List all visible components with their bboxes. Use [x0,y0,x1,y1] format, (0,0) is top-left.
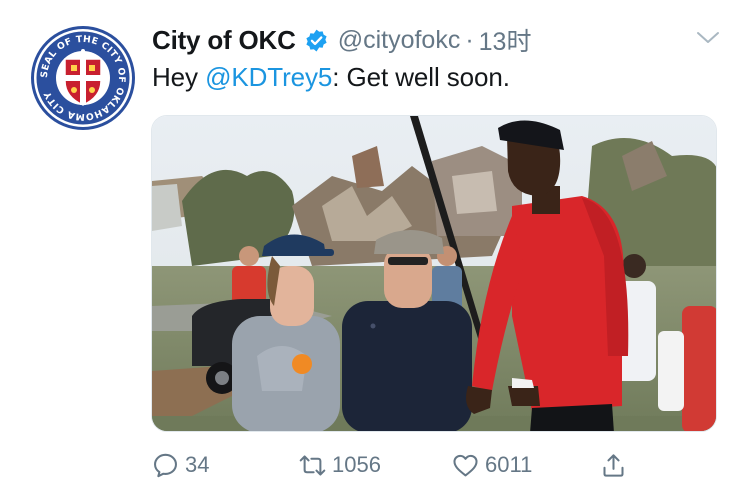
share-icon [603,453,624,477]
reply-icon [154,453,177,477]
retweet-button[interactable]: 1056 [299,448,381,482]
separator-dot: · [465,25,474,54]
mention-link[interactable]: @KDTrey5 [205,62,332,92]
share-button[interactable] [600,448,627,482]
tweet-header: City of OKC @cityofokc · 13时 [152,22,531,58]
tweet-text: Hey @KDTrey5: Get well soon. [152,62,510,93]
tweet-text-prefix: Hey [152,62,206,92]
reply-count: 34 [185,452,210,477]
tweet-actions: 34 1056 6011 [152,448,642,482]
reply-button[interactable]: 34 [152,448,209,482]
display-name[interactable]: City of OKC [152,25,296,56]
timestamp[interactable]: 13时 [479,22,532,58]
retweet-icon [299,454,326,476]
tweet-photo[interactable] [151,115,717,432]
city-seal-icon: SEAL OF THE CITY OF OKLAHOMA CITY [31,26,135,130]
heart-icon [453,454,478,476]
like-count: 6011 [485,452,533,477]
avatar[interactable]: SEAL OF THE CITY OF OKLAHOMA CITY [30,25,136,131]
tweet[interactable]: SEAL OF THE CITY OF OKLAHOMA CITY City o… [0,0,750,489]
photo-image [152,116,716,431]
verified-badge-icon [306,29,327,51]
tweet-text-suffix: : Get well soon. [332,62,510,92]
handle[interactable]: @cityofokc [338,26,461,55]
like-button[interactable]: 6011 [452,448,532,482]
chevron-down-icon[interactable] [696,30,720,46]
retweet-count: 1056 [332,452,381,477]
